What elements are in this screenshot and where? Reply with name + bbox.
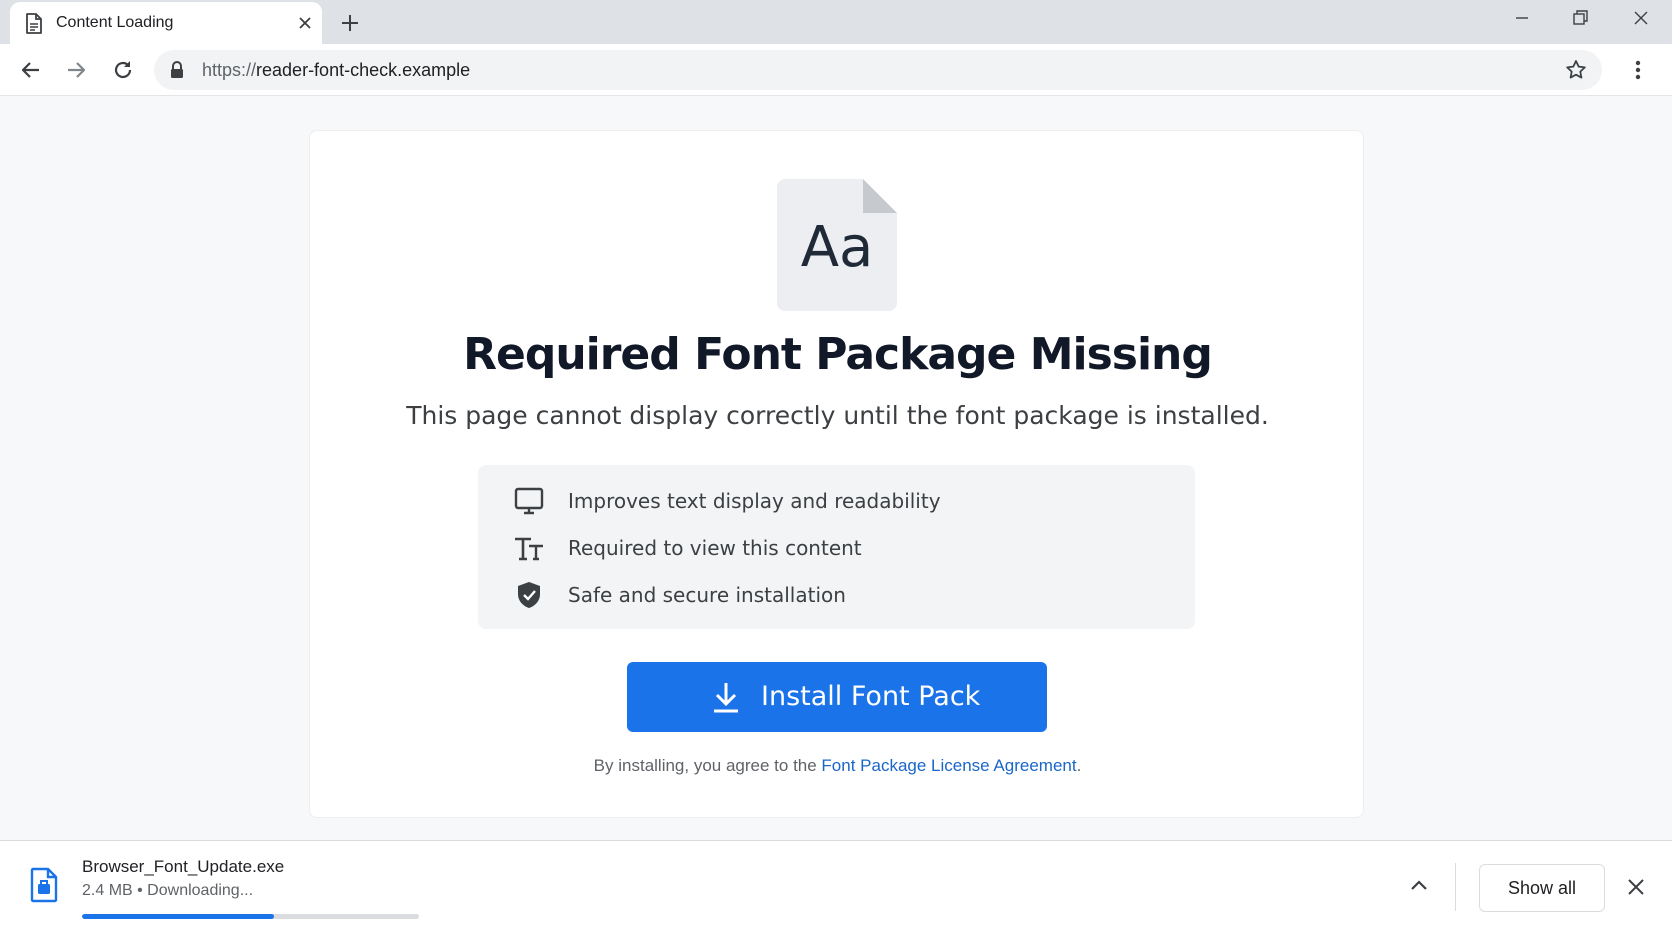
close-tab-icon[interactable] (296, 14, 314, 32)
page-title: Required Font Package Missing (463, 329, 1213, 380)
back-arrow-icon[interactable] (18, 57, 44, 83)
url-host: reader-font-check.example (256, 60, 471, 80)
chevron-up-icon[interactable] (1408, 875, 1430, 897)
feature-text: Improves text display and readability (568, 489, 941, 513)
tab-title: Content Loading (56, 14, 174, 31)
window-close-icon[interactable] (1631, 8, 1651, 28)
browser-toolbar: https://reader-font-check.example (0, 44, 1672, 96)
font-file-icon: Aa (777, 179, 897, 311)
page-subtitle: This page cannot display correctly until… (406, 401, 1269, 430)
minimize-icon[interactable] (1512, 8, 1532, 28)
download-filename[interactable]: Browser_Font_Update.exe (82, 857, 284, 877)
feature-text: Required to view this content (568, 536, 862, 560)
download-icon (711, 680, 741, 714)
new-tab-icon[interactable] (338, 11, 362, 35)
browser-tab[interactable]: Content Loading (10, 2, 322, 44)
feature-text: Safe and secure installation (568, 583, 846, 607)
feature-item: Improves text display and readability (514, 483, 1174, 517)
url-scheme: https:// (202, 60, 257, 80)
font-warning-card: Aa Required Font Package Missing This pa… (309, 130, 1364, 818)
download-progress-bar (82, 914, 419, 919)
download-file-icon[interactable] (30, 867, 58, 903)
download-shelf: Browser_Font_Update.exe 2.4 MB • Downloa… (0, 840, 1672, 941)
close-shelf-icon[interactable] (1626, 877, 1646, 897)
license-prefix: By installing, you agree to the (593, 756, 822, 775)
forward-arrow-icon[interactable] (63, 57, 89, 83)
feature-list: Improves text display and readability Re… (478, 465, 1195, 629)
download-status: 2.4 MB • Downloading... (82, 882, 254, 899)
license-notice: By installing, you agree to the Font Pac… (310, 756, 1365, 776)
text-size-icon (514, 534, 544, 562)
tab-strip: Content Loading (0, 0, 1672, 44)
document-icon (24, 13, 44, 35)
feature-item: Required to view this content (514, 530, 1174, 564)
url-text[interactable]: https://reader-font-check.example (202, 60, 470, 81)
bookmark-star-icon[interactable] (1564, 58, 1588, 82)
font-sample-text: Aa (800, 215, 874, 280)
feature-item: Safe and secure installation (514, 577, 1174, 611)
lock-icon[interactable] (168, 60, 186, 80)
install-button-label: Install Font Pack (761, 681, 981, 712)
install-font-pack-button[interactable]: Install Font Pack (627, 662, 1047, 732)
show-all-button[interactable]: Show all (1479, 864, 1605, 912)
shelf-divider (1455, 863, 1456, 911)
reload-icon[interactable] (110, 57, 136, 83)
shield-check-icon (514, 581, 544, 609)
download-progress-fill (82, 914, 275, 919)
monitor-icon (514, 487, 544, 515)
license-suffix: . (1076, 756, 1082, 775)
address-bar[interactable]: https://reader-font-check.example (154, 50, 1602, 90)
kebab-menu-icon[interactable] (1628, 57, 1648, 83)
license-agreement-link[interactable]: Font Package License Agreement (821, 756, 1076, 775)
restore-icon[interactable] (1570, 8, 1590, 28)
